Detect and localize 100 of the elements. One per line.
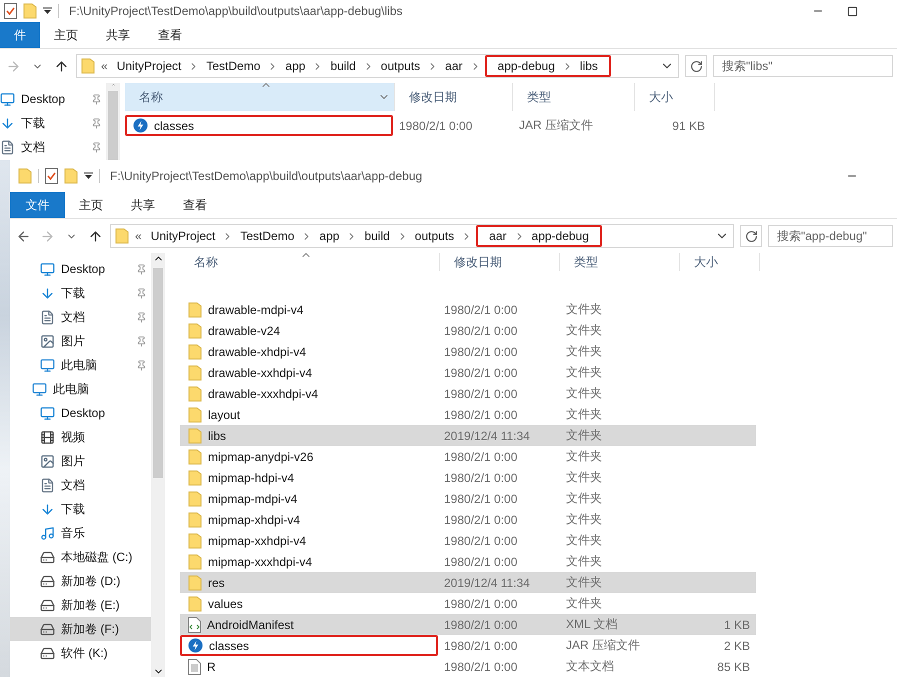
folder-icon <box>81 58 95 74</box>
search-field[interactable]: 搜索"libs" <box>713 55 893 77</box>
ribbon-tab[interactable]: 件 <box>0 22 40 48</box>
nav-item[interactable]: 新加卷 (F:) <box>10 617 151 641</box>
column-header[interactable]: 名称 <box>125 83 395 111</box>
file-row[interactable]: mipmap-xxxhdpi-v4 1980/2/1 0:00 文件夹 <box>180 551 756 572</box>
nav-item[interactable]: 音乐 <box>10 521 151 545</box>
nav-item[interactable]: Desktop <box>10 401 151 425</box>
refresh-icon[interactable] <box>690 60 702 72</box>
column-header[interactable]: 大小 <box>635 83 715 111</box>
breadcrumb-item[interactable]: outputs <box>378 59 424 73</box>
nav-item[interactable]: 本地磁盘 (C:) <box>10 545 151 569</box>
file-row[interactable]: mipmap-xhdpi-v4 1980/2/1 0:00 文件夹 <box>180 509 756 530</box>
type-cell-text: XML 文档 <box>565 616 619 633</box>
column-header[interactable]: 类型 <box>560 253 680 271</box>
picture-icon <box>40 454 55 468</box>
file-row[interactable]: drawable-xhdpi-v4 1980/2/1 0:00 文件夹 <box>180 341 756 362</box>
folder-icon <box>188 344 202 360</box>
checked-document-icon[interactable] <box>45 168 58 184</box>
file-row[interactable]: values 1980/2/1 0:00 文件夹 <box>180 593 756 614</box>
file-row[interactable]: drawable-xxhdpi-v4 1980/2/1 0:00 文件夹 <box>180 362 756 383</box>
file-row[interactable]: mipmap-mdpi-v4 1980/2/1 0:00 文件夹 <box>180 488 756 509</box>
breadcrumb-item[interactable]: TestDemo <box>237 229 298 243</box>
column-header[interactable]: 大小 <box>680 253 760 271</box>
nav-item[interactable]: 图片 <box>10 449 151 473</box>
ribbon-tab[interactable]: 查看 <box>169 192 221 218</box>
ribbon-tab[interactable]: 共享 <box>92 22 144 48</box>
scrollbar[interactable] <box>106 83 120 160</box>
address-bar[interactable]: « UnityProject TestDemo app build outputs aar app-debug libs <box>76 54 679 78</box>
file-row[interactable]: mipmap-anydpi-v26 1980/2/1 0:00 文件夹 <box>180 446 756 467</box>
search-field[interactable]: 搜索"app-debug" <box>768 225 893 247</box>
refresh-button[interactable] <box>740 225 762 247</box>
type-cell-text: 文件夹 <box>565 427 603 444</box>
nav-item[interactable]: 下载 <box>10 281 151 305</box>
file-row[interactable]: classes 1980/2/1 0:00 JAR 压缩文件 91 KB <box>125 115 711 136</box>
size-cell-text: 2 KB <box>722 638 751 652</box>
ribbon-tab[interactable]: 查看 <box>144 22 196 48</box>
breadcrumb-item[interactable]: aar <box>486 229 510 243</box>
file-row[interactable]: mipmap-hdpi-v4 1980/2/1 0:00 文件夹 <box>180 467 756 488</box>
folder-icon <box>188 596 202 612</box>
nav-item[interactable]: 图片 <box>10 329 151 353</box>
ribbon-tab[interactable]: 主页 <box>65 192 117 218</box>
file-row[interactable]: mipmap-xxhdpi-v4 1980/2/1 0:00 文件夹 <box>180 530 756 551</box>
nav-item[interactable]: 下载 <box>0 111 106 135</box>
nav-item[interactable]: Desktop <box>10 257 151 281</box>
nav-item[interactable]: 新加卷 (D:) <box>10 569 151 593</box>
nav-item[interactable]: 视频 <box>10 425 151 449</box>
nav-item[interactable]: 软件 (K:) <box>10 641 151 665</box>
nav-item[interactable]: 新加卷 (E:) <box>10 593 151 617</box>
file-row[interactable]: res 2019/12/4 11:34 文件夹 <box>180 572 756 593</box>
file-row[interactable]: classes 1980/2/1 0:00 JAR 压缩文件 2 KB <box>180 635 756 656</box>
nav-item[interactable]: 文档 <box>10 473 151 497</box>
ribbon-tab[interactable]: 共享 <box>117 192 169 218</box>
breadcrumb-item[interactable]: outputs <box>412 229 458 243</box>
type-cell-text: 文本文档 <box>565 658 615 675</box>
address-bar[interactable]: « UnityProject TestDemo app build outputs aar app-debug <box>110 224 734 248</box>
breadcrumb-item[interactable]: app-debug <box>528 229 592 243</box>
checked-document-icon[interactable] <box>4 3 17 19</box>
overflow-marker[interactable]: « <box>99 59 110 73</box>
nav-item[interactable]: 文档 <box>10 305 151 329</box>
ribbon-tab[interactable]: 主页 <box>40 22 92 48</box>
breadcrumb-item[interactable]: UnityProject <box>114 59 184 73</box>
breadcrumb-item[interactable]: UnityProject <box>148 229 218 243</box>
breadcrumb-item[interactable]: libs <box>576 59 601 73</box>
refresh-button[interactable] <box>685 55 707 77</box>
file-name: drawable-xxxhdpi-v4 <box>180 383 438 404</box>
maximize-icon[interactable] <box>846 6 858 16</box>
scrollbar[interactable] <box>151 253 165 677</box>
nav-item[interactable]: 下载 <box>10 497 151 521</box>
nav-item[interactable]: Desktop <box>0 87 106 111</box>
column-header[interactable]: 类型 <box>513 83 635 111</box>
nav-item[interactable]: 此电脑 <box>10 353 151 377</box>
file-row[interactable]: libs 2019/12/4 11:34 文件夹 <box>180 425 756 446</box>
column-header[interactable]: 名称 <box>180 253 440 271</box>
nav-item[interactable]: 此电脑 <box>10 377 151 401</box>
breadcrumb-item[interactable]: app <box>316 229 342 243</box>
overflow-marker[interactable]: « <box>133 229 144 243</box>
file-row[interactable]: drawable-mdpi-v4 1980/2/1 0:00 文件夹 <box>180 299 756 320</box>
breadcrumb-item[interactable]: build <box>361 229 393 243</box>
text-file-icon <box>188 658 201 674</box>
column-header[interactable]: 修改日期 <box>395 83 513 111</box>
caret-icon[interactable] <box>43 7 52 15</box>
breadcrumb-item[interactable]: app <box>282 59 308 73</box>
file-row[interactable]: R 1980/2/1 0:00 文本文档 85 KB <box>180 656 756 677</box>
breadcrumb-item[interactable]: aar <box>442 59 466 73</box>
file-row[interactable]: drawable-v24 1980/2/1 0:00 文件夹 <box>180 320 756 341</box>
column-header[interactable]: 修改日期 <box>440 253 560 271</box>
drive-icon <box>40 622 55 636</box>
refresh-icon[interactable] <box>744 230 758 242</box>
ribbon-tab[interactable]: 文件 <box>10 192 65 218</box>
nav-item[interactable]: 文档 <box>0 135 106 159</box>
file-row[interactable]: layout 1980/2/1 0:00 文件夹 <box>180 404 756 425</box>
breadcrumb-item[interactable]: build <box>327 59 359 73</box>
file-row[interactable]: AndroidManifest 1980/2/1 0:00 XML 文档 1 KB <box>180 614 756 635</box>
file-row[interactable]: drawable-xxxhdpi-v4 1980/2/1 0:00 文件夹 <box>180 383 756 404</box>
breadcrumb-item[interactable]: app-debug <box>494 59 558 73</box>
size-cell-text: 1 KB <box>722 618 751 632</box>
drive-icon <box>40 574 55 588</box>
caret-icon[interactable] <box>84 172 93 180</box>
breadcrumb-item[interactable]: TestDemo <box>203 59 264 73</box>
